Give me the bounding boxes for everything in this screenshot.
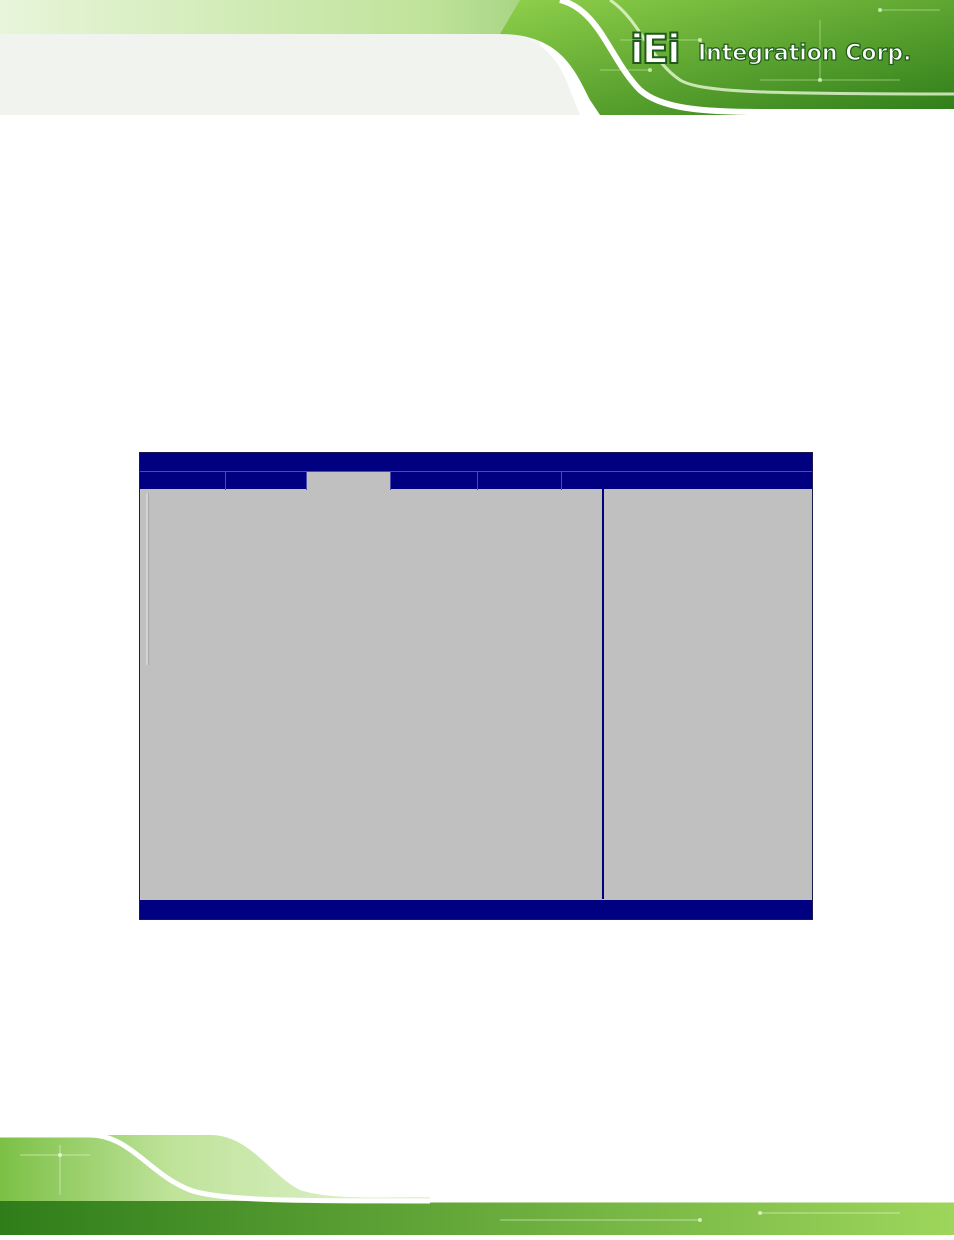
bios-setup-screen: [139, 452, 813, 920]
bios-tab-1[interactable]: [140, 472, 226, 490]
logo-mark: iEi: [629, 27, 682, 73]
footer-circuit-graphic: [0, 1132, 954, 1235]
bios-tab-5[interactable]: [478, 472, 562, 490]
bios-tab-4[interactable]: [391, 472, 478, 490]
bios-tab-2[interactable]: [226, 472, 307, 490]
bios-tab-3-active[interactable]: [307, 472, 391, 490]
bios-scrollbar[interactable]: [146, 493, 149, 665]
bios-tab-bar: [140, 471, 812, 490]
bios-main-panel: [140, 489, 603, 899]
page-footer-banner: [0, 1132, 954, 1235]
logo-text: Integration Corp.: [697, 40, 912, 66]
page-header-banner: iEi Integration Corp.: [0, 0, 954, 115]
bios-help-panel: [604, 489, 812, 899]
bios-status-bar: [140, 900, 812, 919]
bios-title-bar: [140, 453, 812, 471]
